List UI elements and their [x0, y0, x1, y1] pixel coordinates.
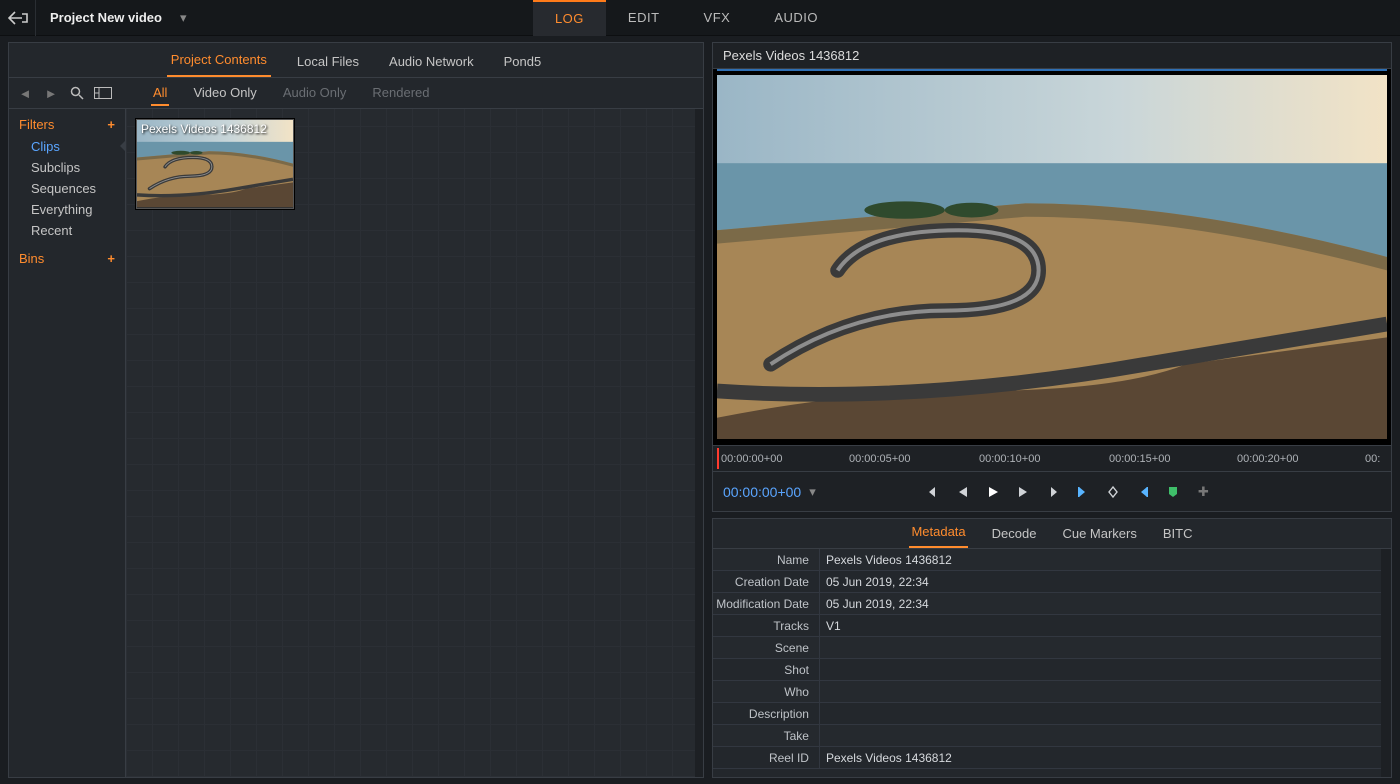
- metadata-row: Scene: [713, 637, 1391, 659]
- playhead-icon[interactable]: [717, 448, 719, 469]
- source-tab-project-contents[interactable]: Project Contents: [167, 46, 271, 77]
- sidebar-item-subclips[interactable]: Subclips: [9, 157, 125, 178]
- step-fwd-icon[interactable]: [1014, 483, 1032, 501]
- metadata-value[interactable]: Pexels Videos 1436812: [819, 549, 1391, 570]
- sidebar-bins-label: Bins: [19, 251, 44, 266]
- metadata-value[interactable]: [819, 681, 1391, 702]
- go-start-icon[interactable]: [924, 483, 942, 501]
- step-back-icon[interactable]: [954, 483, 972, 501]
- clear-marks-icon[interactable]: [1104, 483, 1122, 501]
- metadata-row: NamePexels Videos 1436812: [713, 549, 1391, 571]
- metadata-label: Take: [713, 729, 819, 743]
- plus-icon[interactable]: +: [107, 117, 115, 132]
- timeline-tick: 00:00:15+00: [1109, 453, 1170, 465]
- timeline-tick: 00:00:10+00: [979, 453, 1040, 465]
- timeline-tick: 00:00:05+00: [849, 453, 910, 465]
- sidebar-bins-header[interactable]: Bins +: [9, 249, 125, 268]
- viewer-timeline[interactable]: 00:00:00+00 00:00:05+00 00:00:10+00 00:0…: [712, 446, 1392, 472]
- mark-out-icon[interactable]: [1134, 483, 1152, 501]
- meta-tab-decode[interactable]: Decode: [990, 521, 1039, 548]
- source-tab-local-files[interactable]: Local Files: [293, 48, 363, 77]
- metadata-row: Shot: [713, 659, 1391, 681]
- metadata-value[interactable]: Pexels Videos 1436812: [819, 747, 1391, 768]
- play-icon[interactable]: [984, 483, 1002, 501]
- viewer-title: Pexels Videos 1436812: [712, 42, 1392, 68]
- nav-tab-audio[interactable]: AUDIO: [752, 0, 840, 36]
- metadata-row: Reel IDPexels Videos 1436812: [713, 747, 1391, 769]
- metadata-value[interactable]: [819, 703, 1391, 724]
- source-tab-pond5[interactable]: Pond5: [500, 48, 546, 77]
- mark-in-icon[interactable]: [1074, 483, 1092, 501]
- sidebar-item-everything[interactable]: Everything: [9, 199, 125, 220]
- timeline-tick: 00:: [1365, 453, 1380, 465]
- timecode-dropdown-icon[interactable]: ▾: [809, 484, 816, 500]
- add-icon[interactable]: ✚: [1194, 483, 1212, 501]
- nav-fwd-icon[interactable]: ►: [41, 83, 61, 103]
- view-mode-icon[interactable]: [93, 83, 113, 103]
- filter-tab-rendered[interactable]: Rendered: [370, 81, 431, 106]
- sidebar-item-clips[interactable]: Clips: [9, 136, 125, 157]
- viewer[interactable]: [712, 68, 1392, 446]
- metadata-label: Scene: [713, 641, 819, 655]
- metadata-label: Who: [713, 685, 819, 699]
- nav-tab-vfx[interactable]: VFX: [682, 0, 753, 36]
- clip-thumbnail-label: Pexels Videos 1436812: [141, 122, 267, 136]
- metadata-label: Creation Date: [713, 575, 819, 589]
- metadata-row: Description: [713, 703, 1391, 725]
- metadata-value[interactable]: V1: [819, 615, 1391, 636]
- filter-tab-all[interactable]: All: [151, 81, 169, 106]
- sidebar-filters-label: Filters: [19, 117, 54, 132]
- timeline-tick: 00:00:20+00: [1237, 453, 1298, 465]
- main-nav: LOG EDIT VFX AUDIO: [533, 0, 840, 36]
- metadata-label: Tracks: [713, 619, 819, 633]
- metadata-label: Reel ID: [713, 751, 819, 765]
- nav-tab-log[interactable]: LOG: [533, 0, 606, 36]
- timecode-display[interactable]: 00:00:00+00: [723, 484, 801, 500]
- back-icon[interactable]: [0, 0, 36, 36]
- filter-tab-video-only[interactable]: Video Only: [191, 81, 258, 106]
- plus-icon[interactable]: +: [107, 251, 115, 266]
- source-tab-audio-network[interactable]: Audio Network: [385, 48, 478, 77]
- metadata-label: Shot: [713, 663, 819, 677]
- project-dropdown-icon[interactable]: ▾: [180, 10, 187, 26]
- meta-tab-cue-markers[interactable]: Cue Markers: [1060, 521, 1138, 548]
- sidebar-item-recent[interactable]: Recent: [9, 220, 125, 241]
- go-end-icon[interactable]: [1044, 483, 1062, 501]
- metadata-value[interactable]: 05 Jun 2019, 22:34: [819, 593, 1391, 614]
- nav-back-icon[interactable]: ◄: [15, 83, 35, 103]
- metadata-value[interactable]: [819, 659, 1391, 680]
- meta-tab-metadata[interactable]: Metadata: [909, 519, 967, 548]
- project-title: Project New video: [36, 10, 176, 25]
- search-icon[interactable]: [67, 83, 87, 103]
- metadata-row: Modification Date05 Jun 2019, 22:34: [713, 593, 1391, 615]
- metadata-label: Name: [713, 553, 819, 567]
- metadata-row: Take: [713, 725, 1391, 747]
- metadata-label: Modification Date: [713, 597, 819, 611]
- metadata-value[interactable]: 05 Jun 2019, 22:34: [819, 571, 1391, 592]
- sidebar-item-sequences[interactable]: Sequences: [9, 178, 125, 199]
- metadata-row: TracksV1: [713, 615, 1391, 637]
- clip-thumbnail[interactable]: Pexels Videos 1436812: [136, 119, 294, 209]
- metadata-value[interactable]: [819, 725, 1391, 746]
- nav-tab-edit[interactable]: EDIT: [606, 0, 682, 36]
- sidebar-filters-header[interactable]: Filters +: [9, 115, 125, 134]
- add-marker-icon[interactable]: [1164, 483, 1182, 501]
- metadata-row: Creation Date05 Jun 2019, 22:34: [713, 571, 1391, 593]
- metadata-label: Description: [713, 707, 819, 721]
- browser-source-tabs: Project Contents Local Files Audio Netwo…: [9, 43, 703, 77]
- metadata-value[interactable]: [819, 637, 1391, 658]
- timeline-tick: 00:00:00+00: [721, 453, 782, 465]
- clip-grid[interactable]: Pexels Videos 1436812: [125, 109, 703, 777]
- filter-tab-audio-only[interactable]: Audio Only: [281, 81, 349, 106]
- metadata-row: Who: [713, 681, 1391, 703]
- meta-tab-bitc[interactable]: BITC: [1161, 521, 1195, 548]
